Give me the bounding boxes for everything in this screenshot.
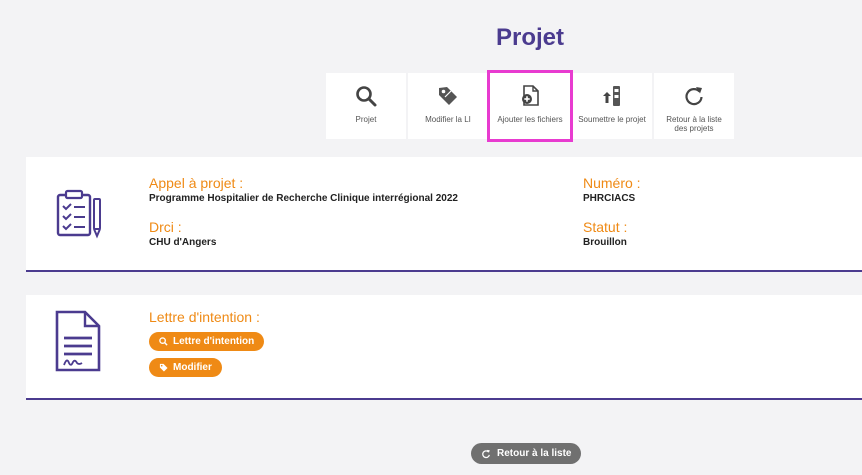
file-add-icon — [517, 83, 543, 109]
project-info-card: Appel à projet : Programme Hospitalier d… — [26, 157, 862, 272]
modifier-button[interactable]: Modifier — [149, 358, 222, 377]
toolbar: Projet Modifier la LI Ajouter les fichie… — [326, 70, 734, 142]
lettre-edit-wrap: Modifier — [149, 358, 222, 377]
statut-value: Brouillon — [583, 237, 627, 248]
modifier-label: Modifier — [173, 362, 212, 373]
back-to-list-button[interactable]: Retour à la liste — [471, 443, 582, 464]
tool-soumettre-button[interactable]: Soumettre le projet — [572, 73, 652, 139]
statut-label: Statut : — [583, 219, 628, 235]
statut-block: Statut : Brouillon — [583, 219, 627, 248]
tool-modifier-li-button[interactable]: Modifier la LI — [408, 73, 488, 139]
appel-block: Appel à projet : Programme Hospitalier d… — [149, 175, 458, 204]
tool-label: Projet — [355, 115, 377, 124]
tool-label: Ajouter les fichiers — [497, 115, 563, 124]
lettre-block: Lettre d'intention : — [149, 309, 260, 325]
view-lettre-button[interactable]: Lettre d'intention — [149, 332, 265, 351]
drci-value: CHU d'Angers — [149, 237, 217, 248]
lettre-intention-card: Lettre d'intention : Lettre d'intention … — [26, 295, 862, 400]
numero-block: Numéro : PHRCIACS — [583, 175, 641, 204]
view-lettre-label: Lettre d'intention — [173, 336, 255, 347]
drci-label: Drci : — [149, 219, 182, 235]
signed-document-icon — [54, 309, 102, 378]
appel-value: Programme Hospitalier de Recherche Clini… — [149, 193, 458, 204]
refresh-icon — [482, 449, 490, 458]
search-icon — [159, 337, 168, 346]
lettre-label: Lettre d'intention : — [149, 309, 260, 325]
lettre-view-wrap: Lettre d'intention — [149, 332, 265, 351]
tag-edit-icon — [435, 83, 461, 109]
tool-projet-button[interactable]: Projet — [326, 73, 406, 139]
clipboard-checklist-icon — [54, 189, 104, 244]
tag-edit-icon — [159, 363, 168, 372]
tool-label: Soumettre le projet — [578, 115, 646, 124]
refresh-icon — [681, 83, 707, 109]
tool-label: Retour à la liste des projets — [666, 115, 722, 133]
search-icon — [353, 83, 379, 109]
tool-ajouter-fichiers-button[interactable]: Ajouter les fichiers — [487, 70, 573, 142]
drci-block: Drci : CHU d'Angers — [149, 219, 216, 248]
page-title: Projet — [495, 24, 564, 51]
tool-label: Modifier la LI — [425, 115, 471, 124]
numero-label: Numéro : — [583, 175, 641, 191]
numero-value: PHRCIACS — [583, 193, 636, 204]
submit-upload-icon — [599, 83, 625, 109]
appel-label: Appel à projet : — [149, 175, 244, 191]
back-to-list-label: Retour à la liste — [497, 448, 572, 459]
tool-retour-liste-projets-button[interactable]: Retour à la liste des projets — [654, 73, 734, 139]
